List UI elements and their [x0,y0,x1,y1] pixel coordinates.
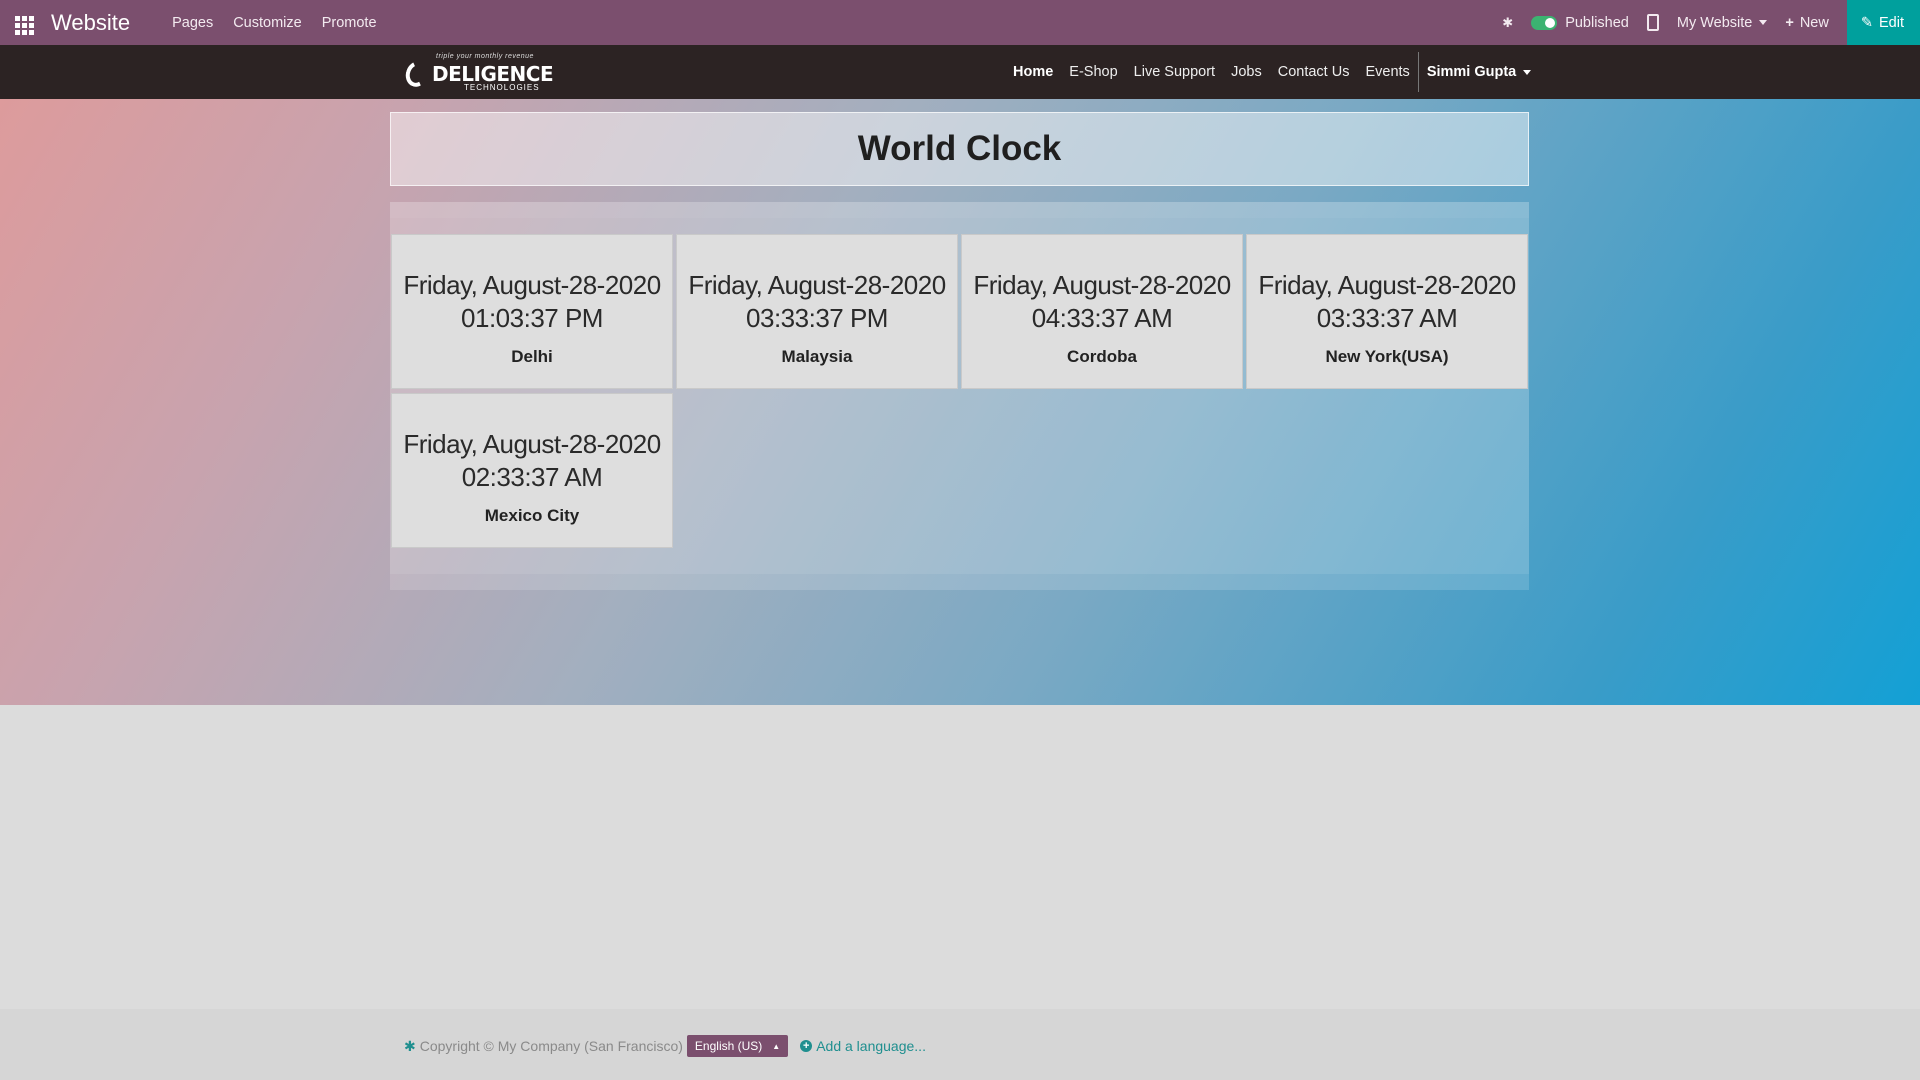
chevron-down-icon [1523,69,1532,75]
logo-sub: TECHNOLOGIES [464,83,540,92]
publish-toggle[interactable]: Published [1531,15,1629,31]
toggle-switch-icon [1531,15,1558,30]
admin-topbar: Website Pages Customize Promote ✱ Publis… [0,0,1920,45]
divider-band [390,574,1529,590]
divider-band [390,202,1529,218]
apps-menu-icon[interactable] [13,11,37,35]
language-selector[interactable]: English (US) ▲ [686,1035,789,1057]
pencil-icon: ✎ [1860,14,1873,31]
clock-card-mexico-city: Friday, August-28-2020 02:33:37 AM Mexic… [391,393,673,548]
clock-city: Cordoba [1067,347,1137,366]
clock-datetime: Friday, August-28-2020 03:33:37 AM [1258,270,1516,333]
footer: ✱ Copyright © My Company (San Francisco)… [0,1009,1920,1080]
clock-card-new-york: Friday, August-28-2020 03:33:37 AM New Y… [1246,234,1528,389]
title-box: World Clock [390,112,1529,186]
nav-eshop[interactable]: E-Shop [1069,64,1117,80]
app-name[interactable]: Website [51,10,130,36]
edit-button[interactable]: ✎ Edit [1846,0,1920,45]
nav-events[interactable]: Events [1365,64,1409,80]
menu-pages[interactable]: Pages [172,15,213,31]
new-label: New [1799,14,1829,31]
plus-circle-icon: + [800,1040,813,1052]
add-language-link[interactable]: + Add a language... [800,1038,926,1054]
copyright-text: Copyright © My Company (San Francisco) [419,1038,683,1054]
website-selector[interactable]: My Website [1676,14,1768,31]
clock-card-delhi: Friday, August-28-2020 01:03:37 PM Delhi [391,234,673,389]
published-label: Published [1565,14,1629,31]
logo-swirl-icon [402,58,432,90]
add-language-label: Add a language... [816,1038,926,1054]
menu-promote[interactable]: Promote [322,15,377,31]
plus-icon: + [1785,14,1794,31]
clock-datetime: Friday, August-28-2020 01:03:37 PM [403,270,661,333]
user-menu[interactable]: Simmi Gupta [1426,64,1532,80]
user-name: Simmi Gupta [1426,64,1517,80]
nav-jobs[interactable]: Jobs [1231,64,1262,80]
clock-city: Malaysia [781,347,853,366]
clock-city: Mexico City [484,506,580,525]
chevron-down-icon [1759,20,1768,25]
logo-tagline: triple your monthly revenue [436,53,534,60]
clock-city: New York(USA) [1325,347,1449,366]
page-title: World Clock [857,129,1062,168]
new-button[interactable]: + New [1785,15,1828,31]
site-navbar: triple your monthly revenue DELIGENCE TE… [0,45,1920,99]
nav-live-support[interactable]: Live Support [1134,64,1215,80]
mobile-icon [1646,14,1659,31]
nav-links: Home E-Shop Live Support Jobs Contact Us… [1013,45,1532,99]
caret-up-icon: ▲ [772,1041,781,1051]
debug-bug-icon[interactable]: ✱ [1502,15,1513,31]
clock-city: Delhi [511,347,553,366]
website-selector-label: My Website [1676,14,1753,31]
language-label: English (US) [694,1039,763,1053]
clock-datetime: Friday, August-28-2020 03:33:37 PM [688,270,946,333]
clock-datetime: Friday, August-28-2020 04:33:37 AM [973,270,1231,333]
nav-contact-us[interactable]: Contact Us [1278,64,1350,80]
clock-card-cordoba: Friday, August-28-2020 04:33:37 AM Cordo… [961,234,1243,389]
site-logo[interactable]: triple your monthly revenue DELIGENCE TE… [402,53,554,92]
menu-customize[interactable]: Customize [233,15,302,31]
bug-icon: ✱ [404,1037,416,1054]
nav-divider [1417,52,1419,92]
clock-card-malaysia: Friday, August-28-2020 03:33:37 PM Malay… [676,234,958,389]
mobile-preview-button[interactable] [1646,14,1659,31]
clock-datetime: Friday, August-28-2020 02:33:37 AM [403,429,661,492]
nav-home[interactable]: Home [1013,64,1053,80]
edit-label: Edit [1879,14,1904,31]
